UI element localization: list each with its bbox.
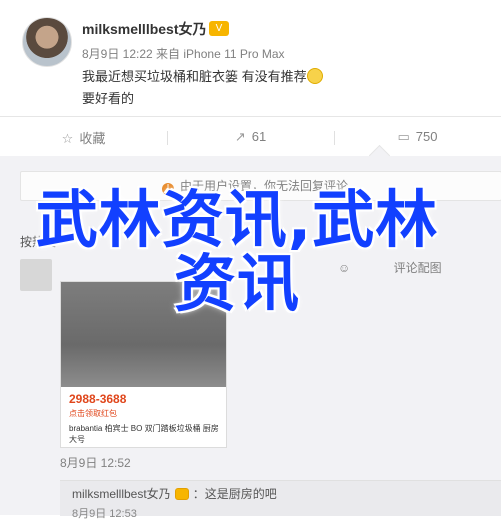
notice-text: 由于用户设置，你无法回复评论。 bbox=[179, 179, 360, 193]
username[interactable]: milksmelllbest女乃 bbox=[82, 19, 207, 39]
comment-photo[interactable]: 2988-3688 点击领取红包 brabantia 柏宾士 BO 双门踏板垃圾… bbox=[60, 281, 227, 448]
commenter-avatar[interactable] bbox=[20, 259, 52, 291]
reply-text: ：这是厨房的吧 bbox=[192, 487, 277, 501]
comment-image-label[interactable]: 评论配图 bbox=[394, 261, 442, 275]
favorite-label: 收藏 bbox=[79, 130, 106, 146]
repost-count: 61 bbox=[251, 129, 267, 144]
photo-scene bbox=[61, 282, 226, 387]
smile-emoji-icon bbox=[306, 68, 323, 84]
comment-time: 8月9日 12:52 bbox=[60, 456, 131, 470]
favorite-button[interactable]: ☆ 收藏 bbox=[0, 128, 167, 147]
comment-button[interactable]: ▭ 750 bbox=[334, 129, 501, 145]
reply-disabled-notice: ! 由于用户设置，你无法回复评论。 bbox=[20, 171, 501, 201]
repost-button[interactable]: ↗ 61 bbox=[167, 129, 334, 145]
vip-icon bbox=[174, 488, 189, 500]
action-bar: ☆ 收藏 ↗ 61 ▭ 750 bbox=[0, 116, 501, 158]
post-content: 我最近想买垃圾桶和脏衣篓 有没有推荐 要好看的 bbox=[82, 66, 462, 110]
post-content-line: 要好看的 bbox=[82, 91, 135, 106]
photo-tag: 点击领取红包 bbox=[69, 409, 117, 418]
post-content-line: 我最近想买垃圾桶和脏衣篓 有没有推荐 bbox=[82, 69, 307, 84]
weibo-post: milksmelllbest女乃 V 8月9日 12:22 来自 iPhone … bbox=[0, 0, 501, 520]
avatar[interactable] bbox=[22, 17, 72, 67]
like-icon[interactable]: ☺ bbox=[338, 261, 350, 275]
comment-count: 750 bbox=[415, 129, 438, 144]
photo-price: 2988-3688 bbox=[69, 392, 127, 406]
reply-username[interactable]: milksmelllbest女乃 bbox=[72, 487, 171, 501]
star-icon: ☆ bbox=[61, 130, 74, 146]
post-meta: 8月9日 12:22 来自 iPhone 11 Pro Max bbox=[82, 47, 285, 61]
repost-icon: ↗ bbox=[234, 129, 246, 144]
warning-icon: ! bbox=[161, 183, 174, 195]
reply-time: 8月9日 12:53 bbox=[72, 508, 137, 520]
comment-actions: ☺ 评论配图 bbox=[338, 259, 442, 276]
sort-by-hot[interactable]: 按热度 bbox=[20, 233, 56, 250]
reply-line: milksmelllbest女乃 ：这是厨房的吧 bbox=[72, 485, 277, 502]
comment-icon: ▭ bbox=[397, 129, 410, 144]
vip-badge-icon: V bbox=[209, 21, 229, 36]
photo-desc: brabantia 柏宾士 BO 双门踏板垃圾桶 厨房大号 bbox=[69, 424, 219, 444]
